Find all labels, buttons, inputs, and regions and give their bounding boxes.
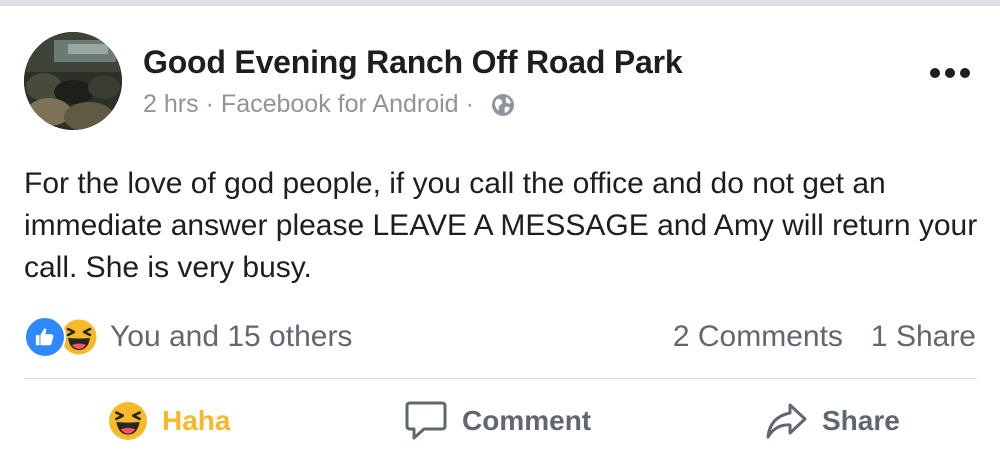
comment-label: Comment	[462, 405, 592, 436]
reaction-icons	[24, 316, 98, 358]
meta-separator: ·	[465, 90, 474, 118]
haha-button[interactable]: Haha	[108, 386, 230, 456]
page-avatar[interactable]	[24, 32, 122, 130]
post-card: Good Evening Ranch Off Road Park 2 hrs ·…	[0, 6, 1000, 463]
comments-count[interactable]: 2 Comments	[673, 320, 843, 354]
more-dot	[945, 68, 955, 78]
haha-label: Haha	[162, 405, 231, 436]
share-label: Share	[822, 405, 900, 436]
post-time[interactable]: 2 hrs	[143, 90, 199, 119]
meta-separator: ·	[205, 90, 214, 118]
haha-icon	[109, 402, 147, 440]
reactions-summary[interactable]: You and 15 others	[24, 316, 352, 358]
action-bar: Haha Comment Share	[0, 386, 1000, 456]
shares-count[interactable]: 1 Share	[871, 320, 976, 354]
comment-icon	[405, 401, 447, 440]
comment-button[interactable]: Comment	[404, 386, 591, 456]
globe-icon[interactable]	[491, 93, 515, 117]
more-dot	[930, 68, 940, 78]
post-source: Facebook for Android	[220, 90, 459, 118]
like-icon	[24, 316, 66, 358]
more-dot	[960, 68, 970, 78]
share-icon	[766, 403, 807, 439]
post-meta: 2 hrs · Facebook for Android ·	[143, 90, 515, 119]
reaction-count: You and 15 others	[110, 320, 353, 353]
more-options-button[interactable]	[930, 68, 970, 78]
post-body: For the love of god people, if you call …	[24, 167, 978, 284]
divider	[24, 378, 977, 379]
engagement-counts: 2 Comments 1 Share	[673, 320, 976, 354]
share-button[interactable]: Share	[764, 386, 900, 456]
page-name[interactable]: Good Evening Ranch Off Road Park	[143, 44, 683, 81]
